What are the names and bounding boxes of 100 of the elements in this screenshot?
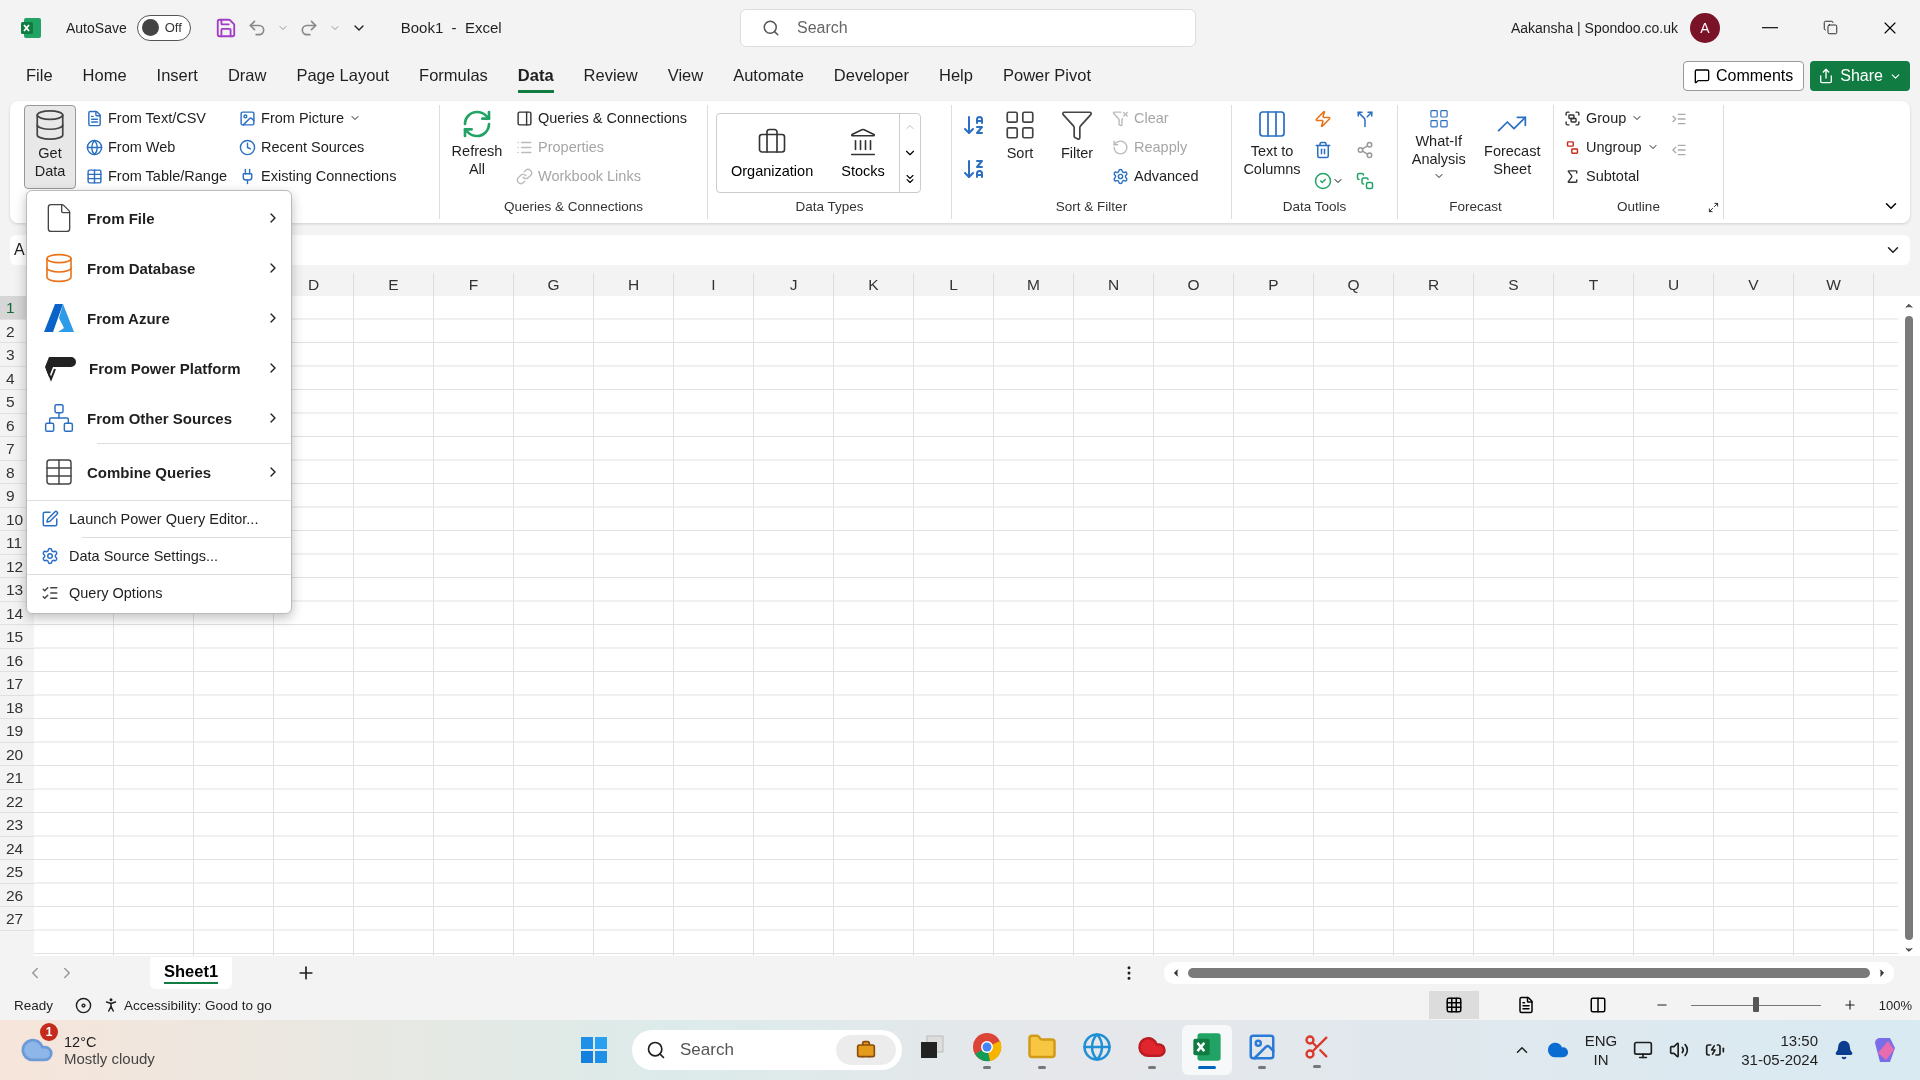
sort-button[interactable]: Sort [996, 105, 1044, 189]
column-header[interactable]: K [834, 273, 914, 296]
get-data-button[interactable]: Get Data [24, 105, 76, 189]
row-header[interactable]: 20 [0, 742, 34, 766]
share-button[interactable]: Share [1810, 61, 1910, 91]
ribbon-tab[interactable]: Draw [227, 59, 267, 93]
column-header[interactable]: W [1794, 273, 1874, 296]
ribbon-tab[interactable]: Formulas [419, 59, 488, 93]
menu-item[interactable]: Combine Queries [27, 444, 291, 500]
menu-item[interactable]: Launch Power Query Editor... [27, 501, 291, 537]
column-header[interactable]: M [994, 273, 1074, 296]
menu-item[interactable]: From File [27, 193, 291, 243]
row-header[interactable]: 24 [0, 836, 34, 860]
weather-condition: Mostly cloudy [64, 1049, 155, 1067]
ribbon-button[interactable]: From Table/Range [84, 163, 230, 189]
row-header[interactable]: 21 [0, 766, 34, 790]
column-header[interactable]: Q [1314, 273, 1394, 296]
ribbon-button[interactable]: From Web [84, 134, 230, 160]
ribbon-tab[interactable]: Automate [733, 59, 804, 93]
search-icon [762, 18, 780, 37]
check-circle-icon [1314, 172, 1332, 190]
ribbon-tab[interactable]: View [667, 59, 704, 93]
data-type-button[interactable]: Organization [717, 114, 828, 192]
list-icon [41, 584, 59, 602]
ribbon-tab[interactable]: Help [939, 59, 973, 93]
ribbon-button[interactable]: What-If Analysis [1406, 105, 1472, 189]
macro-recording-icon[interactable] [75, 996, 93, 1014]
ribbon-tab[interactable]: Data [517, 59, 554, 93]
undo-icon[interactable] [246, 17, 267, 38]
database-icon [43, 252, 75, 284]
row-header[interactable]: 18 [0, 695, 34, 719]
filter-button[interactable]: Filter [1052, 105, 1102, 189]
column-header[interactable]: S [1474, 273, 1554, 296]
column-header[interactable]: V [1714, 273, 1794, 296]
column-header[interactable]: N [1074, 273, 1154, 296]
ribbon-tab[interactable]: Insert [156, 59, 198, 93]
column-header[interactable]: U [1634, 273, 1714, 296]
autosave-toggle[interactable]: Off [136, 14, 191, 41]
zoom-level: 100% [1878, 997, 1912, 1013]
column-header[interactable]: I [674, 273, 754, 296]
ribbon-button[interactable]: Subtotal [1562, 163, 1661, 189]
ribbon-button[interactable]: Queries & Connections [514, 105, 690, 131]
save-icon[interactable] [214, 16, 237, 39]
gear-icon [41, 547, 59, 565]
row-header[interactable]: 25 [0, 860, 34, 884]
language-indicator[interactable]: ENG IN [1584, 1030, 1618, 1070]
ribbon-button[interactable]: From Text/CSV [84, 105, 230, 131]
text-to-columns-button[interactable]: Text to Columns [1240, 105, 1304, 193]
column-header[interactable]: P [1234, 273, 1314, 296]
ribbon-button[interactable]: Advanced [1110, 163, 1201, 189]
ribbon-button[interactable]: Recent Sources [237, 134, 399, 160]
row-header[interactable]: 16 [0, 648, 34, 672]
row-header[interactable]: 23 [0, 813, 34, 837]
ribbon-button[interactable]: Ungroup [1562, 134, 1661, 160]
ribbon-button[interactable]: Existing Connections [237, 163, 399, 189]
search-highlight-button[interactable] [836, 1035, 896, 1065]
row-header[interactable]: 27 [0, 907, 34, 931]
ribbon-tab[interactable]: Home [82, 59, 127, 93]
cell-grid[interactable] [34, 296, 1898, 956]
briefcase-icon [856, 1040, 876, 1060]
search-field[interactable]: Search [740, 8, 1196, 47]
view-button[interactable] [1428, 991, 1479, 1019]
volume-icon[interactable] [1669, 1040, 1690, 1060]
column-header[interactable]: T [1554, 273, 1634, 296]
dialog-launcher-icon[interactable] [1708, 202, 1719, 213]
menu-item[interactable]: Data Source Settings... [27, 538, 291, 574]
column-header[interactable]: L [914, 273, 994, 296]
ribbon-button[interactable]: Forecast Sheet [1479, 105, 1545, 189]
row-header[interactable]: 26 [0, 883, 34, 907]
row-header[interactable]: 17 [0, 672, 34, 696]
sheet-tab[interactable]: Sheet1 [150, 957, 233, 989]
column-header[interactable]: G [514, 273, 594, 296]
ribbon-tab[interactable]: Developer [833, 59, 910, 93]
ribbon-button[interactable]: From Picture [237, 105, 399, 131]
notifications-icon[interactable] [1834, 1040, 1854, 1060]
comments-button[interactable]: Comments [1682, 61, 1805, 91]
ribbon-button[interactable]: Group [1562, 105, 1661, 131]
account-avatar[interactable]: A [1690, 12, 1720, 43]
clock[interactable]: 13:50 31-05-2024 [1741, 1030, 1818, 1070]
slider-thumb[interactable] [1752, 997, 1759, 1012]
data-type-button[interactable]: Stocks [827, 114, 899, 192]
row-header[interactable]: 19 [0, 719, 34, 743]
ribbon-tab[interactable]: Page Layout [296, 59, 390, 93]
row-header[interactable]: 15 [0, 625, 34, 649]
row-header[interactable]: 22 [0, 789, 34, 813]
column-header[interactable]: J [754, 273, 834, 296]
table-icon [86, 167, 103, 185]
column-header[interactable]: F [434, 273, 514, 296]
ribbon-tab[interactable]: Review [583, 59, 638, 93]
column-header[interactable]: E [354, 273, 434, 296]
start-icon[interactable] [580, 1036, 608, 1064]
column-header[interactable]: R [1394, 273, 1474, 296]
zoom-in-icon[interactable] [1842, 998, 1857, 1012]
document-icon [86, 109, 103, 127]
ribbon-tab[interactable]: Power Pivot [1002, 59, 1091, 93]
group-label: Outline [1617, 199, 1660, 216]
refresh-all-button[interactable]: Refresh All [448, 105, 506, 189]
column-header[interactable]: H [594, 273, 674, 296]
column-header[interactable]: O [1154, 273, 1234, 296]
ribbon-tab[interactable]: File [26, 59, 53, 93]
